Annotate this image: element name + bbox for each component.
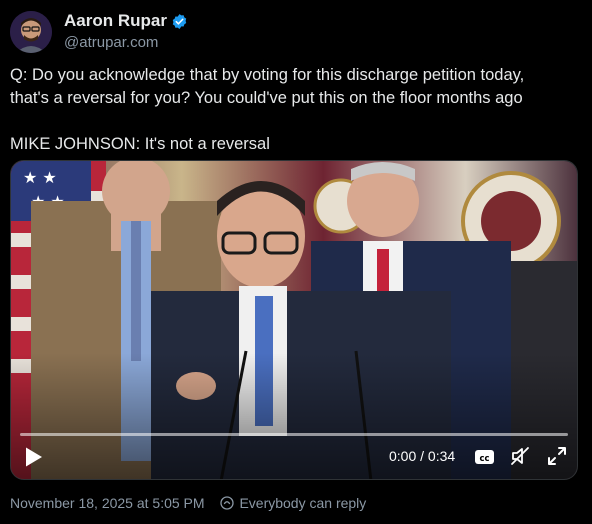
reply-permission-icon — [220, 496, 235, 510]
avatar[interactable] — [10, 11, 52, 53]
video-player[interactable]: ★ ★ ★ ★ — [10, 160, 578, 480]
tweet-line-3: MIKE JOHNSON: It's not a reversal — [10, 135, 270, 153]
fullscreen-icon[interactable] — [546, 445, 568, 467]
verified-badge-icon — [171, 13, 188, 30]
tweet-text: Q: Do you acknowledge that by voting for… — [10, 64, 585, 156]
duration: 0:34 — [427, 448, 456, 464]
tweet-line-1: Q: Do you acknowledge that by voting for… — [10, 66, 525, 84]
name-row: Aaron Rupar — [64, 11, 188, 31]
tweet-footer: November 18, 2025 at 5:05 PM Everybody c… — [10, 495, 366, 511]
video-time: 0:00 / 0:34 — [389, 448, 455, 464]
author-handle[interactable]: @atrupar.com — [64, 33, 188, 53]
reply-setting[interactable]: Everybody can reply — [239, 495, 366, 511]
cc-label: cc — [479, 454, 489, 464]
muted-speaker-icon[interactable] — [509, 445, 531, 467]
display-name[interactable]: Aaron Rupar — [64, 11, 167, 31]
author-names: Aaron Rupar @atrupar.com — [64, 11, 188, 53]
current-time: 0:00 — [389, 448, 417, 464]
avatar-image — [10, 11, 52, 53]
closed-captions-icon[interactable]: cc — [474, 447, 495, 467]
timestamp[interactable]: November 18, 2025 at 5:05 PM — [10, 495, 205, 511]
tweet-header: Aaron Rupar @atrupar.com — [10, 10, 188, 54]
separator-dot — [211, 495, 215, 511]
video-controls: 0:00 / 0:34 cc — [11, 435, 577, 479]
time-separator: / — [416, 448, 428, 464]
play-icon[interactable] — [24, 446, 44, 468]
tweet-line-2: that's a reversal for you? You could've … — [10, 89, 523, 107]
